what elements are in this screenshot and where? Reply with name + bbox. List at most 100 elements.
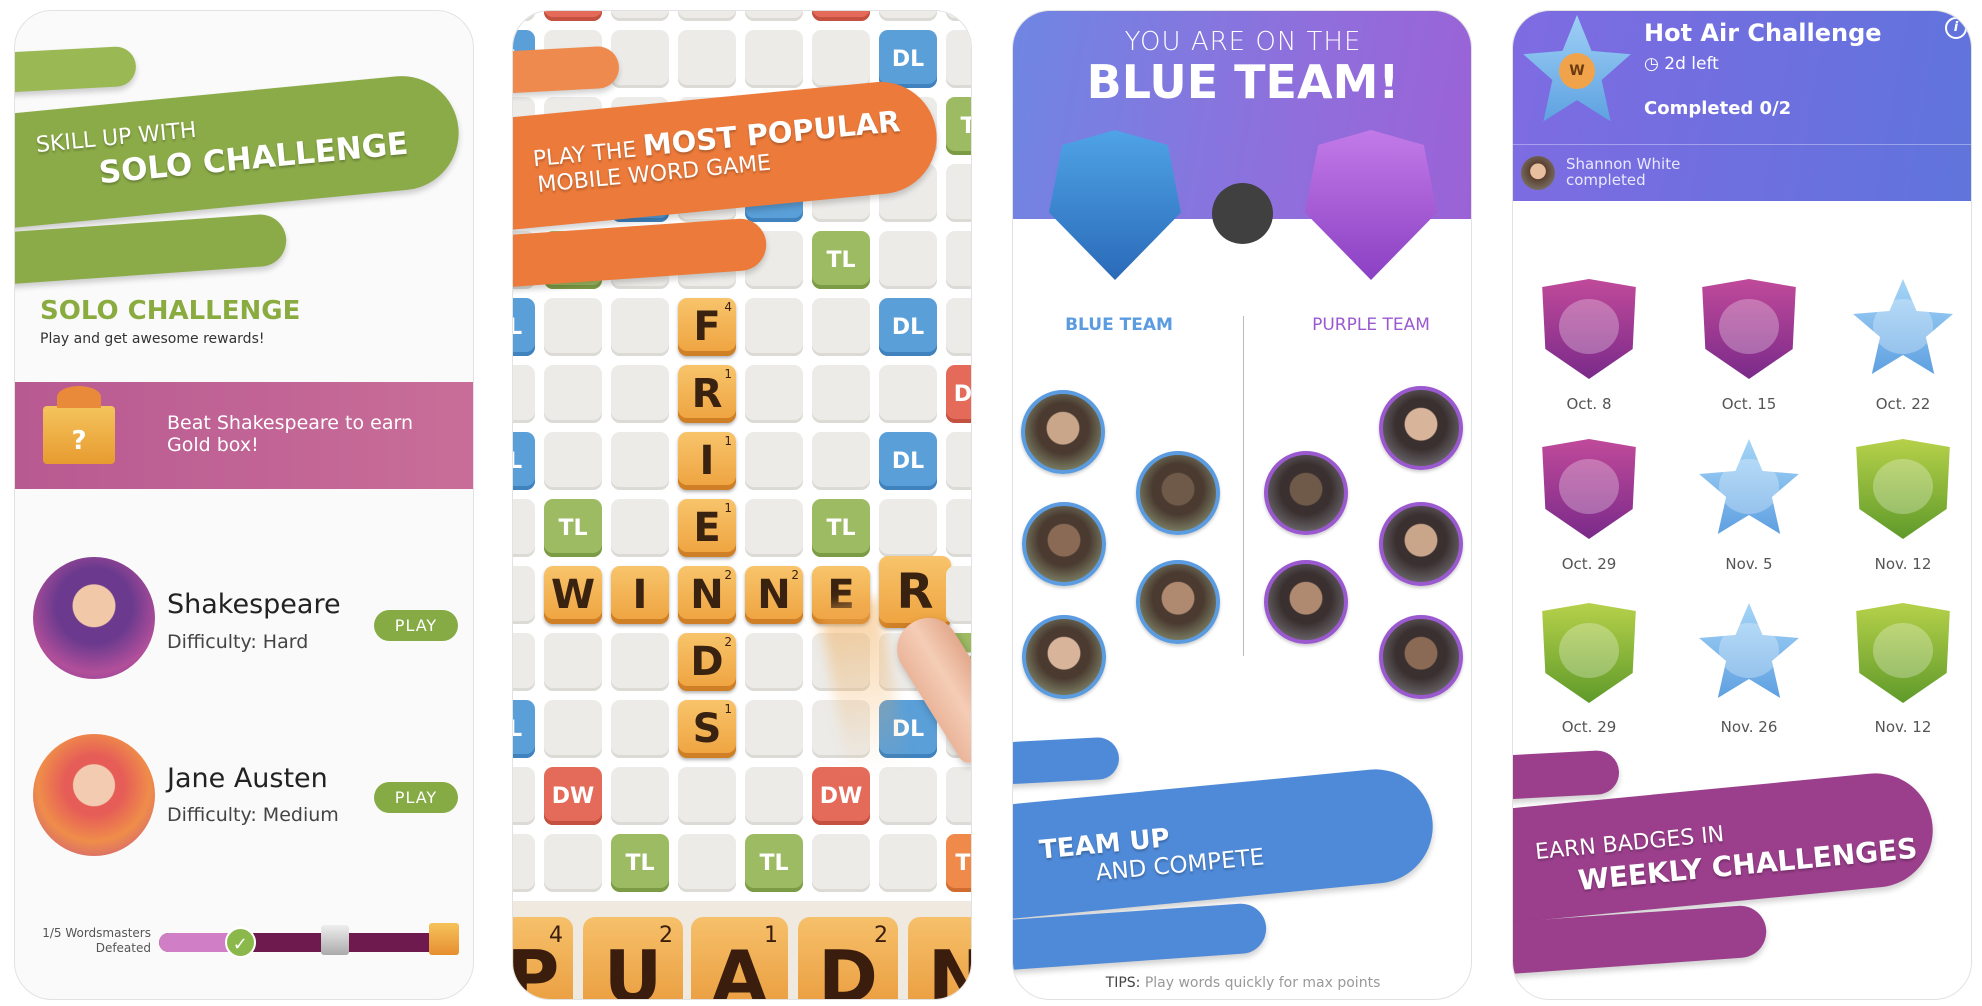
board-square[interactable]	[812, 432, 870, 490]
letter-tile[interactable]: N2	[745, 566, 803, 624]
board-square[interactable]	[946, 432, 971, 490]
board-square[interactable]	[879, 11, 937, 21]
letter-tile[interactable]: D2	[678, 633, 736, 691]
blue-star-badge-icon[interactable]	[1699, 439, 1799, 534]
board-square[interactable]	[678, 11, 736, 21]
letter-tile[interactable]: W	[544, 566, 602, 624]
premium-square[interactable]: DL	[879, 30, 937, 88]
board-square[interactable]	[946, 231, 971, 289]
premium-square[interactable]: DL	[879, 298, 937, 356]
board-square[interactable]	[611, 767, 669, 825]
board-square[interactable]	[946, 11, 971, 21]
board-square[interactable]	[611, 700, 669, 758]
board-square[interactable]	[946, 566, 971, 624]
board-square[interactable]	[678, 767, 736, 825]
blue-team-member-avatar[interactable]	[1136, 560, 1220, 644]
letter-tile[interactable]: R1	[678, 365, 736, 423]
board-square[interactable]	[611, 633, 669, 691]
board-square[interactable]	[879, 499, 937, 557]
premium-square[interactable]	[544, 11, 602, 21]
board-square[interactable]	[946, 499, 971, 557]
play-jane-austen-button[interactable]: PLAY	[374, 782, 458, 813]
board-square[interactable]	[745, 30, 803, 88]
premium-square[interactable]: DW	[544, 767, 602, 825]
purple-team-member-avatar[interactable]	[1264, 451, 1348, 535]
premium-square[interactable]: DW	[812, 767, 870, 825]
rack-tile[interactable]: P4	[513, 917, 573, 999]
board-square[interactable]	[745, 298, 803, 356]
board-square[interactable]	[745, 11, 803, 21]
board-square[interactable]	[513, 834, 535, 892]
board-square[interactable]	[678, 834, 736, 892]
blue-team-member-avatar[interactable]	[1022, 502, 1106, 586]
board-square[interactable]	[544, 834, 602, 892]
rack-tile[interactable]: A1	[691, 917, 788, 999]
board-square[interactable]	[611, 30, 669, 88]
green-shield-badge-icon[interactable]	[1856, 439, 1950, 539]
board-square[interactable]	[946, 767, 971, 825]
board-square[interactable]	[611, 11, 669, 21]
premium-square[interactable]	[812, 11, 870, 21]
board-square[interactable]	[946, 164, 971, 222]
board-square[interactable]	[745, 499, 803, 557]
board-square[interactable]	[879, 767, 937, 825]
board-square[interactable]	[611, 365, 669, 423]
board-square[interactable]	[513, 566, 535, 624]
board-square[interactable]	[678, 30, 736, 88]
premium-square[interactable]: TW	[946, 834, 971, 892]
board-square[interactable]	[544, 432, 602, 490]
premium-square[interactable]: TL	[745, 834, 803, 892]
premium-square[interactable]: DL	[513, 700, 535, 758]
board-square[interactable]	[946, 298, 971, 356]
board-square[interactable]	[879, 231, 937, 289]
blue-team-member-avatar[interactable]	[1136, 451, 1220, 535]
blue-star-badge-icon[interactable]	[1699, 603, 1799, 698]
letter-tile[interactable]: I1	[678, 432, 736, 490]
board-square[interactable]	[946, 30, 971, 88]
purple-shield-badge-icon[interactable]	[1702, 279, 1796, 379]
purple-team-member-avatar[interactable]	[1379, 502, 1463, 586]
board-square[interactable]	[812, 298, 870, 356]
premium-square[interactable]: DL	[879, 432, 937, 490]
board-square[interactable]	[812, 30, 870, 88]
play-shakespeare-button[interactable]: PLAY	[374, 610, 458, 641]
letter-tile[interactable]: I	[611, 566, 669, 624]
purple-shield-badge-icon[interactable]	[1542, 279, 1636, 379]
board-square[interactable]	[812, 834, 870, 892]
premium-square[interactable]: TL	[946, 97, 971, 155]
rack-tile[interactable]: N	[908, 917, 971, 999]
green-shield-badge-icon[interactable]	[1856, 603, 1950, 703]
letter-tile[interactable]: R	[879, 556, 951, 628]
blue-team-member-avatar[interactable]	[1021, 390, 1105, 474]
premium-square[interactable]: TL	[812, 499, 870, 557]
board-square[interactable]	[513, 499, 535, 557]
premium-square[interactable]: DL	[513, 432, 535, 490]
board-square[interactable]	[745, 432, 803, 490]
board-square[interactable]	[745, 365, 803, 423]
board-square[interactable]	[513, 633, 535, 691]
letter-tile[interactable]: N2	[678, 566, 736, 624]
letter-tile[interactable]: S1	[678, 700, 736, 758]
rack-tile[interactable]: U2	[583, 917, 683, 999]
premium-square[interactable]: DW	[946, 365, 971, 423]
premium-square[interactable]: TL	[544, 499, 602, 557]
board-square[interactable]	[544, 298, 602, 356]
board-square[interactable]	[745, 700, 803, 758]
board-square[interactable]	[513, 365, 535, 423]
board-square[interactable]	[812, 365, 870, 423]
letter-tile[interactable]: E1	[678, 499, 736, 557]
board-square[interactable]	[544, 365, 602, 423]
board-square[interactable]	[745, 767, 803, 825]
purple-team-member-avatar[interactable]	[1379, 386, 1463, 470]
premium-square[interactable]: TL	[611, 834, 669, 892]
board-square[interactable]	[513, 767, 535, 825]
blue-star-badge-icon[interactable]	[1853, 279, 1953, 374]
board-square[interactable]	[879, 834, 937, 892]
premium-square[interactable]: TL	[812, 231, 870, 289]
board-square[interactable]	[745, 633, 803, 691]
letter-tile[interactable]: F4	[678, 298, 736, 356]
green-shield-badge-icon[interactable]	[1542, 603, 1636, 703]
blue-team-member-avatar[interactable]	[1022, 615, 1106, 699]
board-square[interactable]	[611, 432, 669, 490]
premium-square[interactable]: DL	[513, 298, 535, 356]
